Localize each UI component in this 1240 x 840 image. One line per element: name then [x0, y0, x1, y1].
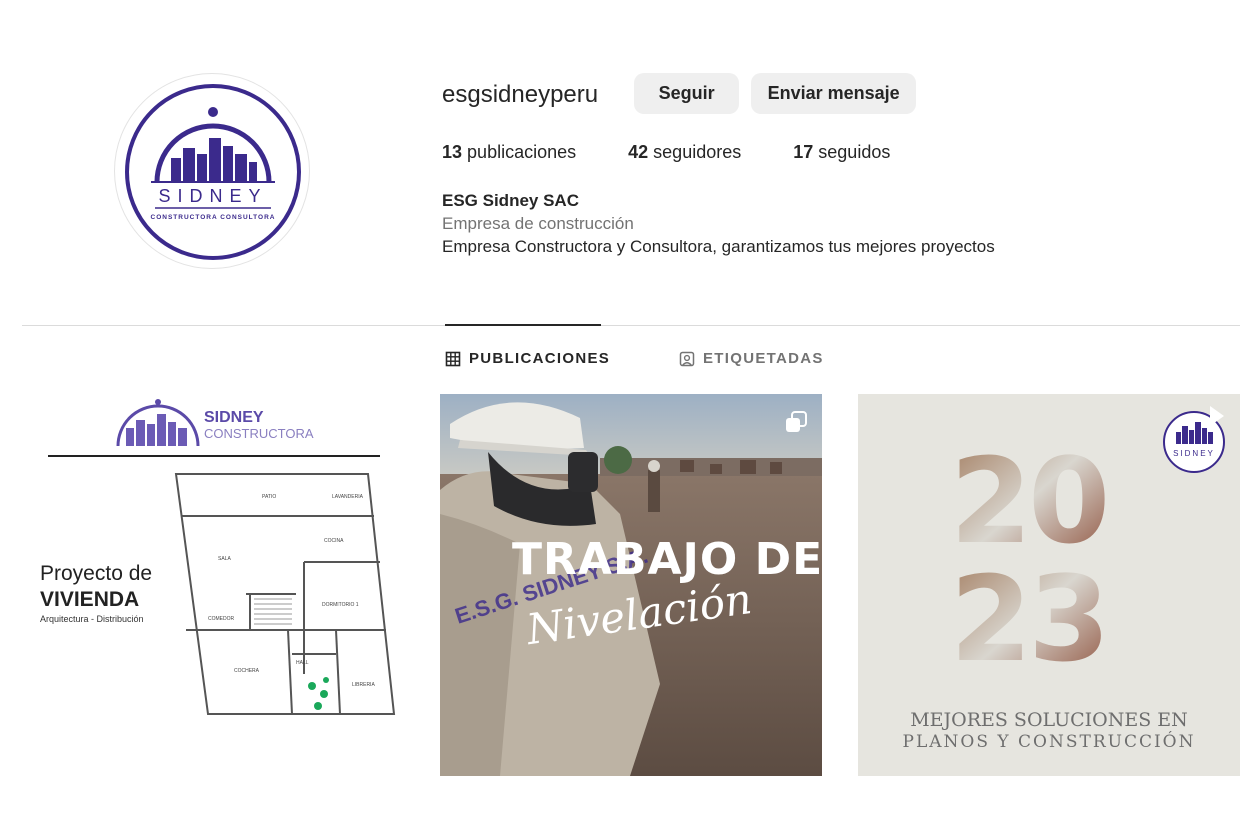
post-tile-2023[interactable]: 20 23 SIDNEY MEJORES SOLUCIONES EN PLANO… — [858, 394, 1240, 776]
tab-etiquetadas-label: ETIQUETADAS — [703, 350, 824, 367]
posts-stat: 13 publicaciones — [442, 142, 576, 163]
active-tab-indicator — [445, 324, 601, 326]
nivelacion-graphic: E.S.G. SIDNEY S.A. TRABAJO DE Nivelación — [440, 394, 822, 776]
plants-icon — [308, 677, 329, 710]
sidney-small-logo — [116, 399, 200, 447]
grid-icon — [445, 351, 461, 366]
avatar-brand: SIDNEY — [158, 186, 267, 206]
profile-header-row: esgsidneyperu Seguir Enviar mensaje — [442, 72, 1202, 114]
tab-etiquetadas[interactable]: ETIQUETADAS — [679, 350, 824, 367]
following-stat[interactable]: 17 seguidos — [793, 142, 890, 163]
room-label: DORMITORIO 1 — [322, 602, 359, 608]
profile-stats: 13 publicaciones 42 seguidores 17 seguid… — [442, 142, 1202, 163]
room-label: PATIO — [262, 494, 276, 500]
tab-publicaciones-label: PUBLICACIONES — [469, 350, 611, 367]
profile-avatar[interactable]: SIDNEY CONSTRUCTORA CONSULTORA — [114, 73, 310, 269]
follow-button[interactable]: Seguir — [634, 72, 740, 114]
room-label: COCHERA — [234, 668, 260, 674]
room-label: LAVANDERIA — [332, 494, 364, 500]
year-bottom: 23 — [950, 550, 1106, 688]
profile-category: Empresa de construcción — [442, 214, 634, 233]
room-label: HALL — [296, 660, 309, 666]
post-tile-floor-plan[interactable]: SIDNEY CONSTRUCTORA PATIO LAVANDERIA COC… — [22, 394, 404, 776]
profile-bio: ESG Sidney SAC Empresa de construcción E… — [442, 189, 1202, 258]
tab-publicaciones[interactable]: PUBLICACIONES — [445, 350, 610, 367]
floor-plan-graphic: SIDNEY CONSTRUCTORA PATIO LAVANDERIA COC… — [40, 399, 396, 715]
tagged-user-icon — [679, 351, 695, 366]
post1-subline: Arquitectura - Distribución — [40, 614, 144, 624]
avatar-tagline: CONSTRUCTORA CONSULTORA — [151, 214, 276, 221]
following-count: 17 — [793, 142, 814, 162]
badge-logo-text: SIDNEY — [1173, 449, 1215, 458]
post1-brand-name: SIDNEY — [204, 409, 264, 426]
send-message-button[interactable]: Enviar mensaje — [751, 72, 917, 114]
profile-divider — [22, 325, 1240, 326]
post-tile-nivelacion[interactable]: E.S.G. SIDNEY S.A. TRABAJO DE Nivelación — [440, 394, 822, 776]
profile-tabs: PUBLICACIONES ETIQUETADAS — [0, 350, 1240, 372]
profile-info: esgsidneyperu Seguir Enviar mensaje 13 p… — [442, 72, 1202, 258]
post3-caption-1: MEJORES SOLUCIONES EN — [910, 709, 1188, 731]
followers-count: 42 — [628, 142, 649, 162]
room-label: COMEDOR — [208, 616, 235, 622]
bio-text: Empresa Constructora y Consultora, garan… — [442, 237, 995, 256]
year-2023-graphic: 20 23 SIDNEY MEJORES SOLUCIONES EN PLANO… — [903, 406, 1225, 752]
followers-label: seguidores — [653, 142, 742, 162]
profile-username: esgsidneyperu — [442, 81, 599, 108]
room-label: LIBRERIA — [352, 682, 375, 688]
post1-headline-2: VIVIENDA — [40, 588, 139, 611]
post1-headline-1: Proyecto de — [40, 562, 152, 585]
room-label: COCINA — [324, 538, 344, 544]
post2-title-1: TRABAJO DE — [512, 534, 822, 585]
display-name: ESG Sidney SAC — [442, 191, 579, 210]
following-label: seguidos — [818, 142, 891, 162]
posts-count: 13 — [442, 142, 463, 162]
posts-label: publicaciones — [467, 142, 577, 162]
followers-stat[interactable]: 42 seguidores — [628, 142, 741, 163]
room-label: SALA — [218, 556, 231, 562]
post3-caption-2: PLANOS Y CONSTRUCCIÓN — [903, 731, 1196, 752]
sidney-logo: SIDNEY CONSTRUCTORA CONSULTORA — [125, 84, 301, 260]
post1-brand-sub: CONSTRUCTORA — [204, 426, 314, 441]
